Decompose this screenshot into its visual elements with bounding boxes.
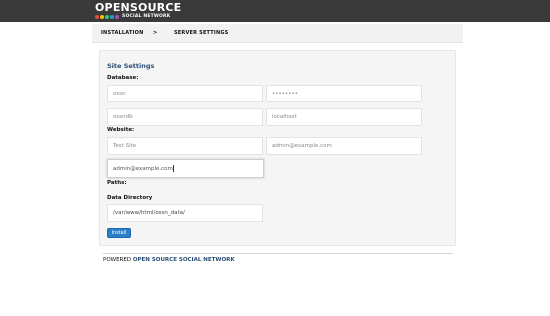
owner-email-input[interactable]: admin@example.com xyxy=(266,137,422,155)
db-user-input[interactable]: ossn xyxy=(107,85,263,102)
site-logo[interactable]: OPENSOURCE SOCIAL NETWORK xyxy=(95,1,182,19)
db-host-input[interactable]: localhost xyxy=(266,108,422,126)
db-name-input[interactable]: ossndb xyxy=(107,108,263,126)
notification-email-input[interactable]: admin@example.com xyxy=(107,159,264,178)
site-name-input[interactable]: Test Site xyxy=(107,137,263,155)
breadcrumb-separator: > xyxy=(153,30,158,36)
logo-dot xyxy=(110,14,114,19)
data-directory-label: Data Directory xyxy=(107,195,153,201)
db-password-input[interactable]: •••••••• xyxy=(266,85,422,102)
footer-divider xyxy=(103,253,453,254)
notification-email-value: admin@example.com xyxy=(113,165,173,172)
logo-dot xyxy=(95,14,99,19)
logo-dots-icon xyxy=(95,14,119,19)
breadcrumb-server-settings: SERVER SETTINGS xyxy=(174,30,229,36)
website-label: Website: xyxy=(107,127,135,133)
breadcrumb-installation: INSTALLATION xyxy=(101,30,144,36)
footer-powered: POWERED xyxy=(103,257,132,263)
section-title: Site Settings xyxy=(107,62,155,70)
logo-subtitle-row: SOCIAL NETWORK xyxy=(95,14,170,19)
data-directory-value: /var/www/html/ossn_data/ xyxy=(113,210,185,216)
breadcrumb: INSTALLATION > SERVER SETTINGS xyxy=(92,24,463,43)
top-bar: OPENSOURCE SOCIAL NETWORK xyxy=(0,0,550,22)
logo-dot xyxy=(100,14,104,19)
data-directory-input[interactable]: /var/www/html/ossn_data/ xyxy=(107,204,263,222)
footer-project-link[interactable]: OPEN SOURCE SOCIAL NETWORK xyxy=(133,257,235,263)
text-cursor xyxy=(173,165,174,172)
logo-subtitle: SOCIAL NETWORK xyxy=(122,14,171,19)
logo-dot xyxy=(105,14,109,19)
db-name-placeholder: ossndb xyxy=(113,114,133,120)
db-user-placeholder: ossn xyxy=(113,90,126,97)
logo-title: OPENSOURCE xyxy=(95,1,182,14)
paths-label: Paths: xyxy=(107,180,127,186)
db-password-placeholder: •••••••• xyxy=(272,90,298,97)
footer: POWERED OPEN SOURCE SOCIAL NETWORK xyxy=(103,257,235,263)
owner-email-placeholder: admin@example.com xyxy=(272,143,332,149)
db-host-placeholder: localhost xyxy=(272,114,297,120)
install-button[interactable]: Install xyxy=(107,228,131,238)
logo-dot xyxy=(115,14,119,19)
database-label: Database: xyxy=(107,75,139,81)
site-name-placeholder: Test Site xyxy=(113,143,137,149)
